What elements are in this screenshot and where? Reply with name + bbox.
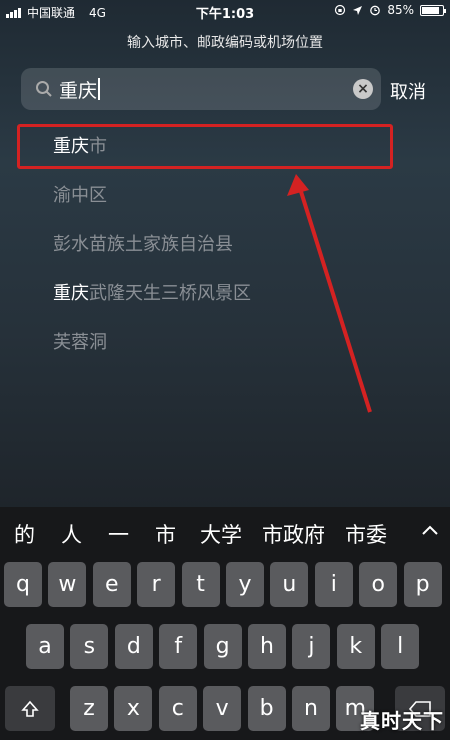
key-e[interactable]: e xyxy=(92,562,131,607)
key-g[interactable]: g xyxy=(203,624,242,669)
result-item[interactable]: 芙蓉洞 xyxy=(0,316,450,365)
key-i[interactable]: i xyxy=(314,562,353,607)
location-icon xyxy=(353,5,363,15)
key-c[interactable]: c xyxy=(158,686,197,731)
key-j[interactable]: j xyxy=(292,624,331,669)
chevron-up-icon[interactable] xyxy=(420,521,440,541)
search-prompt: 输入城市、邮政编码或机场位置 xyxy=(127,35,323,51)
cancel-button[interactable]: 取消 xyxy=(390,78,426,104)
battery-percent: 85% xyxy=(387,3,414,17)
candidate-word[interactable]: 市政府 xyxy=(252,519,335,549)
key-t[interactable]: t xyxy=(181,562,220,607)
candidate-word[interactable]: 市 xyxy=(145,519,186,549)
key-z[interactable]: z xyxy=(70,686,108,731)
watermark: 真时天下 xyxy=(360,709,444,733)
key-f[interactable]: f xyxy=(159,624,198,669)
key-row-2: asdfghjkl xyxy=(0,624,450,676)
key-o[interactable]: o xyxy=(359,562,398,607)
search-input[interactable]: 重庆 xyxy=(59,76,101,103)
key-y[interactable]: y xyxy=(226,562,264,607)
search-value: 重庆 xyxy=(59,79,98,102)
lock-rotation-icon xyxy=(335,4,346,16)
shift-icon xyxy=(21,700,39,717)
key-a[interactable]: a xyxy=(26,624,64,669)
key-b[interactable]: b xyxy=(247,686,286,731)
key-x[interactable]: x xyxy=(114,686,153,731)
keyboard: 的 人 一 市 大学 市政府 市委 qwertyuiop asdfghjkl z… xyxy=(0,507,450,740)
candidate-word[interactable]: 一 xyxy=(98,519,139,549)
candidate-word[interactable]: 的 xyxy=(4,519,45,549)
search-field[interactable]: 重庆 × xyxy=(21,68,381,110)
key-n[interactable]: n xyxy=(292,686,330,731)
text-cursor xyxy=(98,78,101,100)
key-row-1: qwertyuiop xyxy=(0,562,450,614)
battery-icon xyxy=(420,4,446,16)
key-v[interactable]: v xyxy=(203,686,242,731)
key-k[interactable]: k xyxy=(336,624,375,669)
key-h[interactable]: h xyxy=(248,624,286,669)
key-d[interactable]: d xyxy=(114,624,153,669)
result-item[interactable]: 彭水苗族土家族自治县 xyxy=(0,218,450,267)
search-icon xyxy=(29,80,59,98)
shift-key[interactable] xyxy=(5,686,55,731)
candidate-bar: 的 人 一 市 大学 市政府 市委 xyxy=(0,507,450,560)
clear-icon[interactable]: × xyxy=(353,79,373,99)
candidate-word[interactable]: 大学 xyxy=(190,519,252,549)
key-r[interactable]: r xyxy=(137,562,176,607)
status-right: 85% xyxy=(334,3,446,17)
result-item[interactable]: 重庆 武隆天生三桥风景区 xyxy=(0,267,450,316)
key-q[interactable]: q xyxy=(4,562,42,607)
candidate-word[interactable]: 人 xyxy=(51,519,92,549)
result-item[interactable]: 渝中区 xyxy=(0,169,450,218)
key-u[interactable]: u xyxy=(270,562,309,607)
key-l[interactable]: l xyxy=(381,624,420,669)
alarm-icon xyxy=(370,5,381,16)
key-s[interactable]: s xyxy=(70,624,109,669)
highlight-box xyxy=(17,124,393,169)
status-bar: 中国联通 4G 下午1:03 85% xyxy=(0,0,450,22)
key-p[interactable]: p xyxy=(403,562,442,607)
candidate-word[interactable]: 市委 xyxy=(335,519,397,549)
key-w[interactable]: w xyxy=(48,562,87,607)
